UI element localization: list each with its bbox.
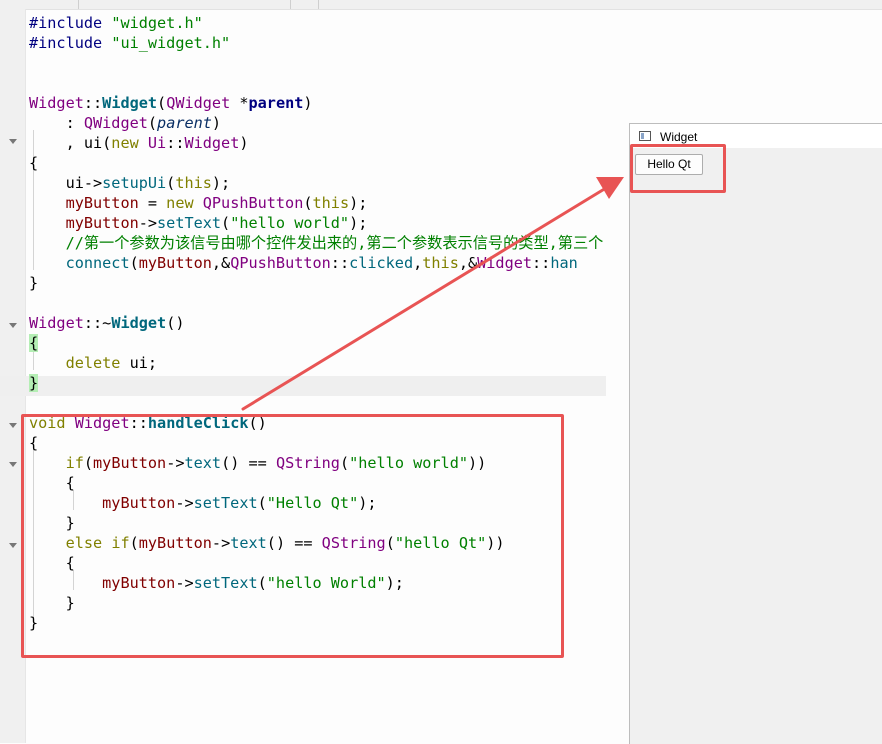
annotation-arrow — [241, 177, 624, 411]
